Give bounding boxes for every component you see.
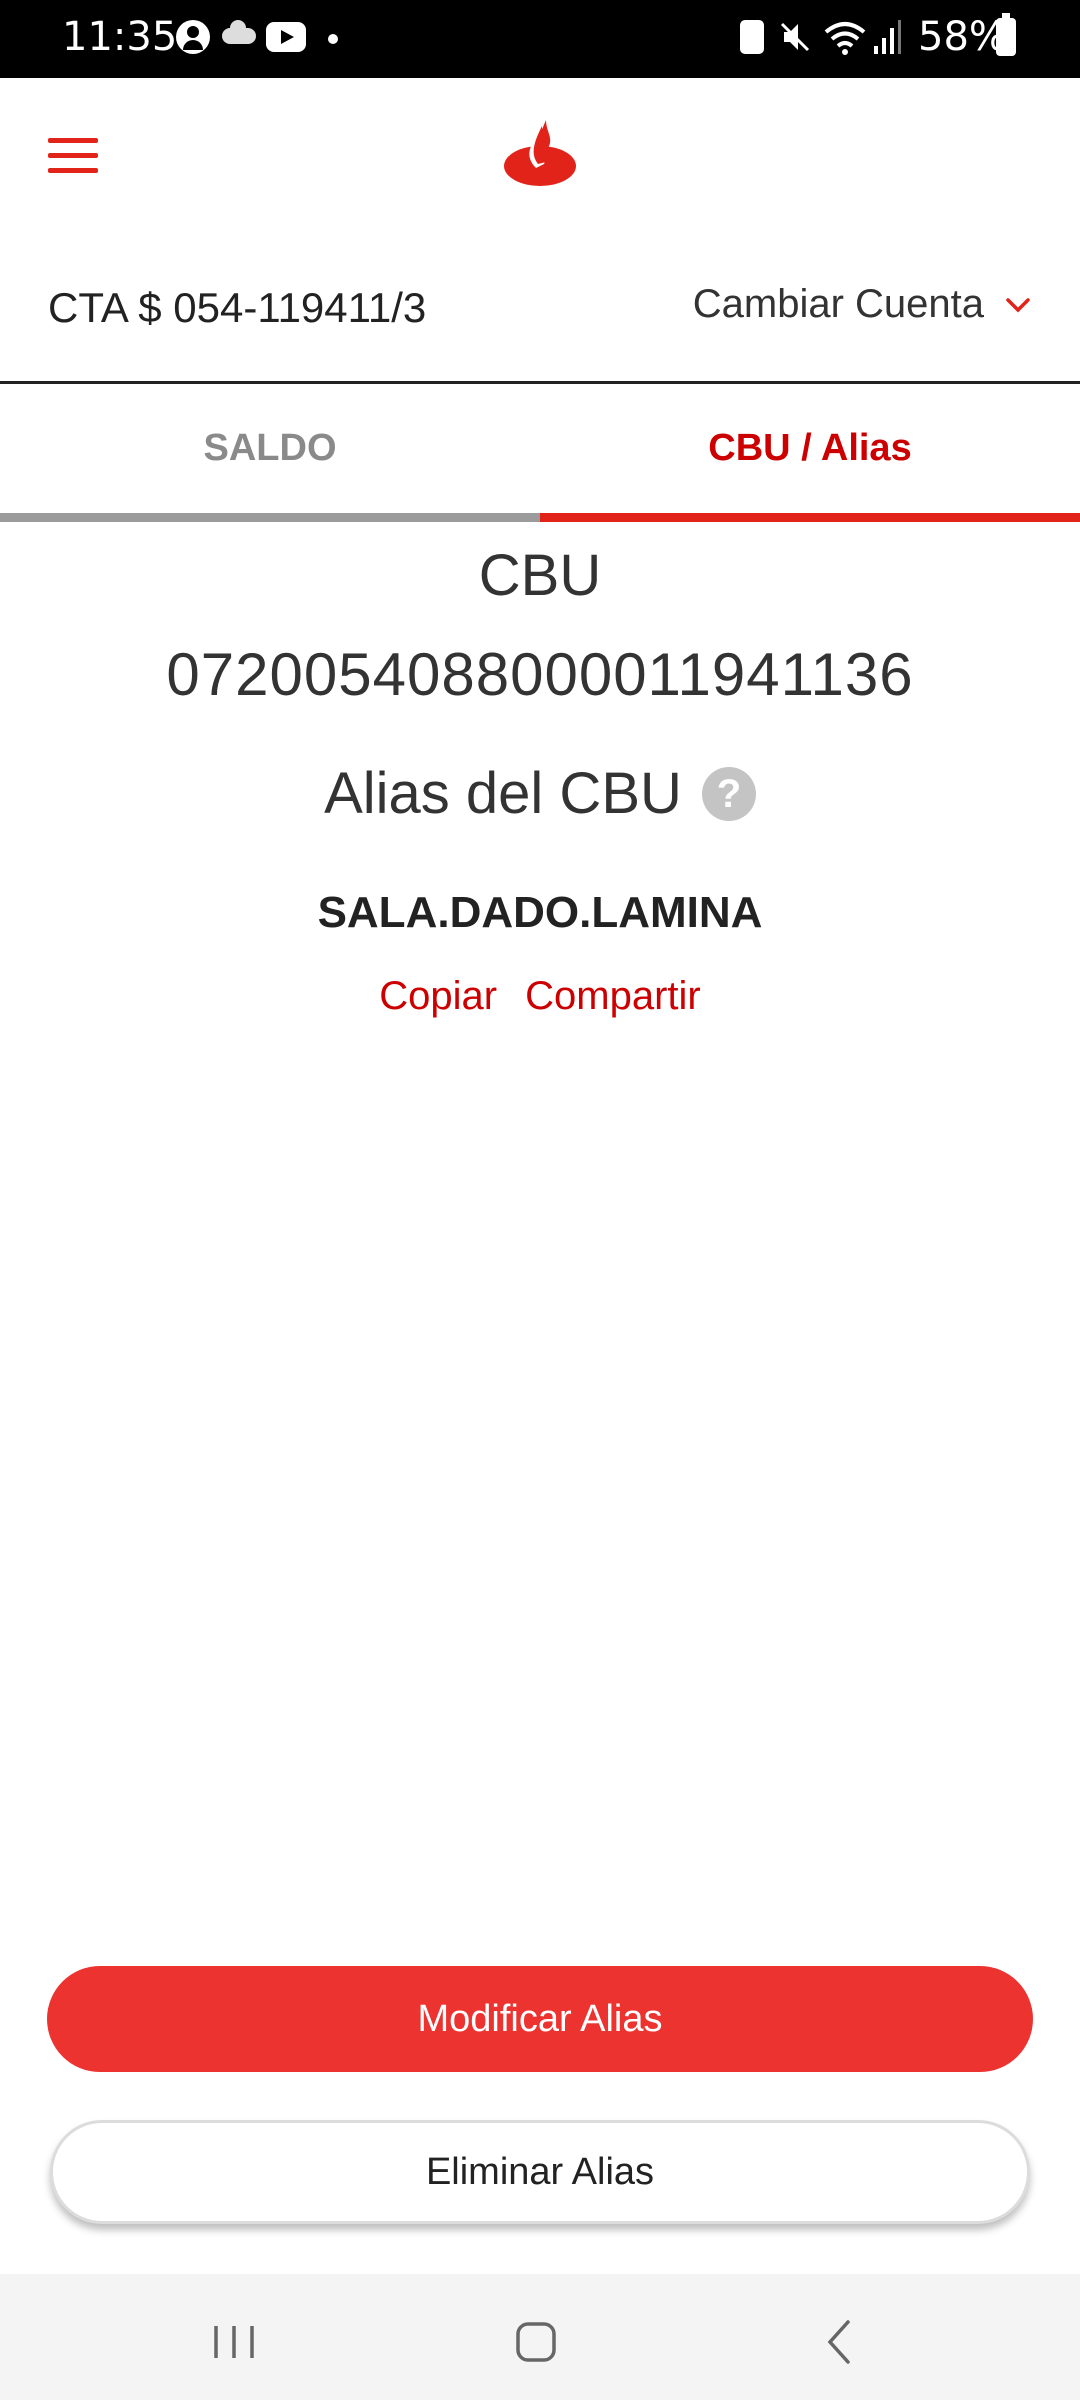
nfc-icon [740,20,764,54]
alias-title-row: Alias del CBU ? [0,760,1080,827]
back-icon[interactable] [810,2312,870,2372]
hamburger-menu-icon[interactable] [48,138,98,174]
change-account-button[interactable]: Cambiar Cuenta [693,282,1032,327]
signal-icon [874,20,901,54]
home-icon[interactable] [506,2312,566,2372]
system-navigation-bar [0,2274,1080,2400]
tab-saldo-label: SALDO [203,427,337,469]
battery-level: 58% [918,14,1007,60]
delete-alias-button[interactable]: Eliminar Alias [50,2120,1030,2224]
chevron-down-icon [1006,297,1030,312]
share-link[interactable]: Compartir [525,974,701,1019]
more-notifications-dot-icon [328,34,338,44]
status-bar: 11:35 58% [0,0,1080,78]
app-header [0,78,1080,228]
alias-title: Alias del CBU [324,761,682,826]
mute-icon [780,22,810,52]
account-selector-row: CTA $ 054-119411/3 Cambiar Cuenta [0,228,1080,384]
cloud-icon [222,20,256,44]
account-number: CTA $ 054-119411/3 [48,284,427,331]
tab-cbu-alias-label: CBU / Alias [708,427,912,469]
tab-cbu-alias[interactable]: CBU / Alias [540,384,1080,522]
youtube-icon [266,22,306,52]
cbu-value: 0720054088000011941136 [166,641,914,708]
question-circle-icon[interactable]: ? [701,766,756,821]
alias-value: SALA.DADO.LAMINA [317,888,763,937]
cbu-title: CBU [478,543,602,608]
recent-apps-icon[interactable] [204,2312,264,2372]
account-tabs: SALDO CBU / Alias [0,384,1080,522]
alias-actions: Copiar Compartir [0,974,1080,1019]
santander-flame-icon [504,120,576,186]
status-time: 11:35 [62,14,178,60]
wifi-icon [824,22,866,55]
battery-icon [996,13,1016,56]
copy-link[interactable]: Copiar [379,974,497,1019]
change-account-label: Cambiar Cuenta [692,282,984,326]
modify-alias-button[interactable]: Modificar Alias [47,1966,1033,2072]
tab-saldo[interactable]: SALDO [0,384,540,522]
account-status-icon [176,20,210,54]
